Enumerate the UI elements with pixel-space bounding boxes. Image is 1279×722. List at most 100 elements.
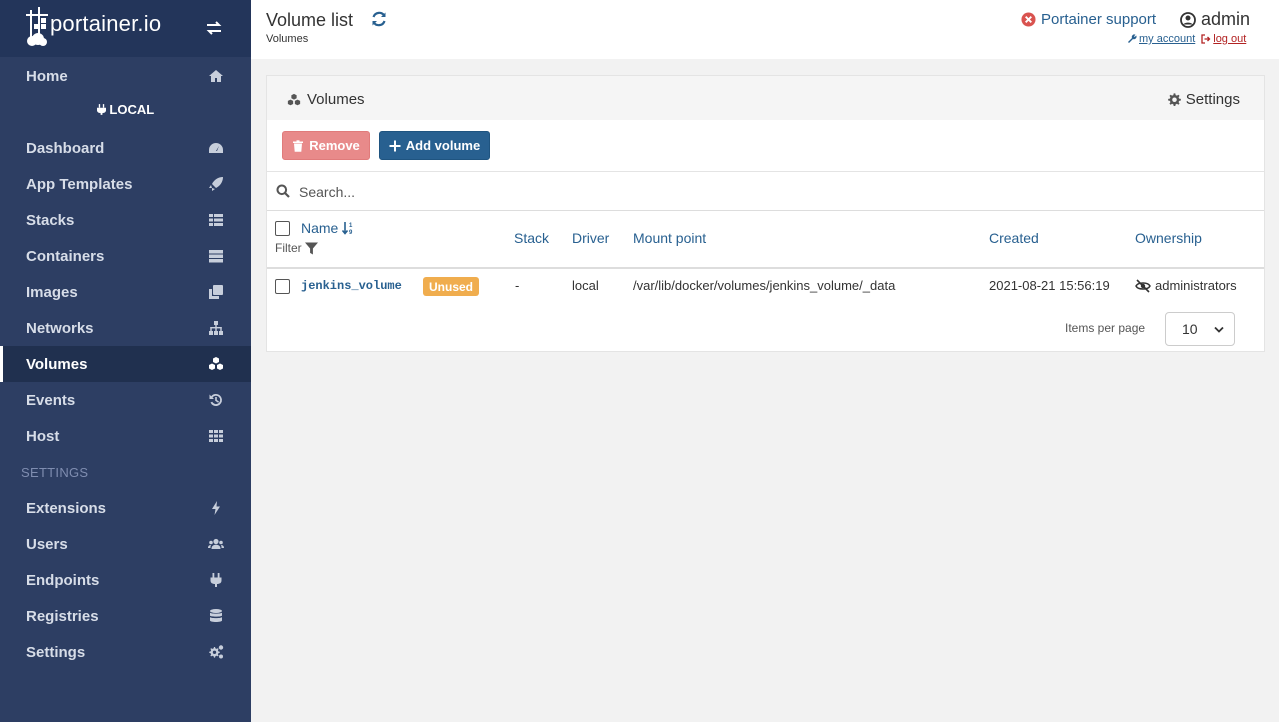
- sidebar-item-label: Host: [26, 427, 60, 445]
- sort-icon: 19: [342, 222, 353, 235]
- my-account-link[interactable]: my account: [1127, 33, 1195, 45]
- volume-name-link[interactable]: jenkins_volume: [301, 279, 402, 293]
- log-out-link[interactable]: log out: [1201, 33, 1246, 45]
- rocket-icon: [209, 177, 223, 191]
- row-checkbox[interactable]: [275, 279, 290, 294]
- plus-icon: [389, 140, 401, 151]
- server-icon: [209, 250, 223, 263]
- sidebar-item-home[interactable]: Home: [0, 58, 251, 94]
- sidebar-item-registries[interactable]: Registries: [0, 598, 251, 634]
- search-input[interactable]: [299, 180, 899, 204]
- sidebar-item-networks[interactable]: Networks: [0, 310, 251, 346]
- account-links: my account log out: [1127, 33, 1246, 45]
- cell-ownership: administrators: [1135, 278, 1237, 293]
- sidebar-item-label: Endpoints: [26, 571, 100, 589]
- widget-header: Volumes Settings: [267, 76, 1264, 120]
- sidebar-item-label: Networks: [26, 319, 94, 337]
- support-link[interactable]: Portainer support: [1021, 11, 1156, 28]
- sidebar-item-users[interactable]: Users: [0, 526, 251, 562]
- cell-driver: local: [572, 278, 599, 293]
- volumes-widget: Volumes Settings Remove Add volume Name …: [266, 75, 1265, 352]
- sidebar-item-label: Stacks: [26, 211, 75, 229]
- sidebar-item-label: Home: [26, 67, 68, 85]
- column-header-driver[interactable]: Driver: [572, 230, 609, 246]
- column-header-ownership[interactable]: Ownership: [1135, 230, 1202, 246]
- sidebar-item-images[interactable]: Images: [0, 274, 251, 310]
- user-name: admin: [1180, 9, 1250, 30]
- users-icon: [208, 538, 224, 549]
- breadcrumb: Volumes: [266, 33, 309, 45]
- search-bar: [267, 171, 1264, 211]
- items-per-page-label: Items per page: [1065, 321, 1146, 335]
- sidebar-item-label: Dashboard: [26, 139, 105, 157]
- sidebar-item-stacks[interactable]: Stacks: [0, 202, 251, 238]
- history-icon: [209, 393, 222, 406]
- column-header-name[interactable]: Name 19: [301, 220, 356, 236]
- column-header-stack[interactable]: Stack: [514, 230, 549, 246]
- user-circle-icon: [1180, 11, 1196, 28]
- sidebar-item-label: Settings: [26, 643, 86, 661]
- status-badge: Unused: [423, 277, 480, 296]
- sidebar-item-label: Volumes: [26, 355, 88, 373]
- sidebar-toggle-icon[interactable]: [204, 18, 224, 38]
- cubes-icon: [287, 93, 301, 105]
- clone-icon: [209, 285, 223, 299]
- svg-text:1: 1: [349, 223, 353, 229]
- sidebar-item-settings[interactable]: Settings: [0, 634, 251, 670]
- sign-out-icon: [1201, 34, 1211, 44]
- remove-button[interactable]: Remove: [282, 131, 370, 160]
- select-all-checkbox[interactable]: [275, 221, 290, 236]
- page-header: Volume list Volumes Portainer support ad…: [251, 0, 1279, 59]
- sidebar-item-volumes[interactable]: Volumes: [0, 346, 251, 382]
- sidebar-item-containers[interactable]: Containers: [0, 238, 251, 274]
- database-icon: [210, 609, 222, 622]
- dashboard-icon: [209, 143, 223, 153]
- refresh-icon[interactable]: [370, 10, 388, 28]
- endpoint-label: LOCAL: [0, 102, 251, 117]
- table-row: jenkins_volume Unused - local /var/lib/d…: [267, 269, 1264, 303]
- trash-icon: [293, 139, 304, 152]
- sidebar-item-label: Containers: [26, 247, 105, 265]
- column-header-created[interactable]: Created: [989, 230, 1039, 246]
- table-header: Name 19 Filter Stack Driver Mount point …: [267, 211, 1264, 269]
- cell-created: 2021-08-21 15:56:19: [989, 278, 1110, 293]
- svg-text:9: 9: [349, 230, 353, 235]
- add-volume-button[interactable]: Add volume: [379, 131, 490, 160]
- th-list-icon: [209, 214, 223, 226]
- gear-icon: [1167, 93, 1181, 106]
- sidebar-item-label: Users: [26, 535, 68, 553]
- cubes-icon: [209, 357, 223, 370]
- search-icon: [276, 184, 290, 198]
- sidebar-item-label: Images: [26, 283, 78, 301]
- sidebar-item-extensions[interactable]: Extensions: [0, 490, 251, 526]
- filter-icon: [304, 242, 318, 254]
- name-filter[interactable]: Filter: [275, 241, 318, 255]
- bolt-icon: [212, 501, 220, 515]
- plug-icon: [210, 573, 222, 587]
- th-icon: [209, 430, 223, 442]
- home-icon: [209, 70, 223, 82]
- sidebar-item-dashboard[interactable]: Dashboard: [0, 130, 251, 166]
- eye-slash-icon: [1135, 278, 1151, 293]
- sidebar-item-app-templates[interactable]: App Templates: [0, 166, 251, 202]
- cell-mount-point: /var/lib/docker/volumes/jenkins_volume/_…: [633, 278, 896, 293]
- chevron-down-icon: [1214, 326, 1224, 333]
- brand-name: portainer.io: [50, 11, 162, 36]
- table-settings-button[interactable]: Settings: [1167, 91, 1240, 108]
- sidebar-item-events[interactable]: Events: [0, 382, 251, 418]
- sidebar-item-host[interactable]: Host: [0, 418, 251, 454]
- column-header-mount-point[interactable]: Mount point: [633, 230, 706, 246]
- sidebar: portainer.io Home LOCAL Dashboard App Te…: [0, 0, 251, 722]
- sidebar-item-label: Extensions: [26, 499, 107, 517]
- wrench-icon: [1128, 34, 1137, 43]
- plug-icon: [96, 104, 106, 115]
- items-per-page-select[interactable]: 10: [1165, 312, 1235, 346]
- sidebar-item-label: App Templates: [26, 175, 133, 193]
- widget-title: Volumes: [287, 91, 365, 108]
- close-circle-icon: [1021, 12, 1036, 27]
- sitemap-icon: [209, 321, 223, 335]
- cogs-icon: [209, 645, 224, 659]
- page-title: Volume list: [266, 10, 354, 30]
- sidebar-item-endpoints[interactable]: Endpoints: [0, 562, 251, 598]
- cell-stack: -: [515, 278, 520, 293]
